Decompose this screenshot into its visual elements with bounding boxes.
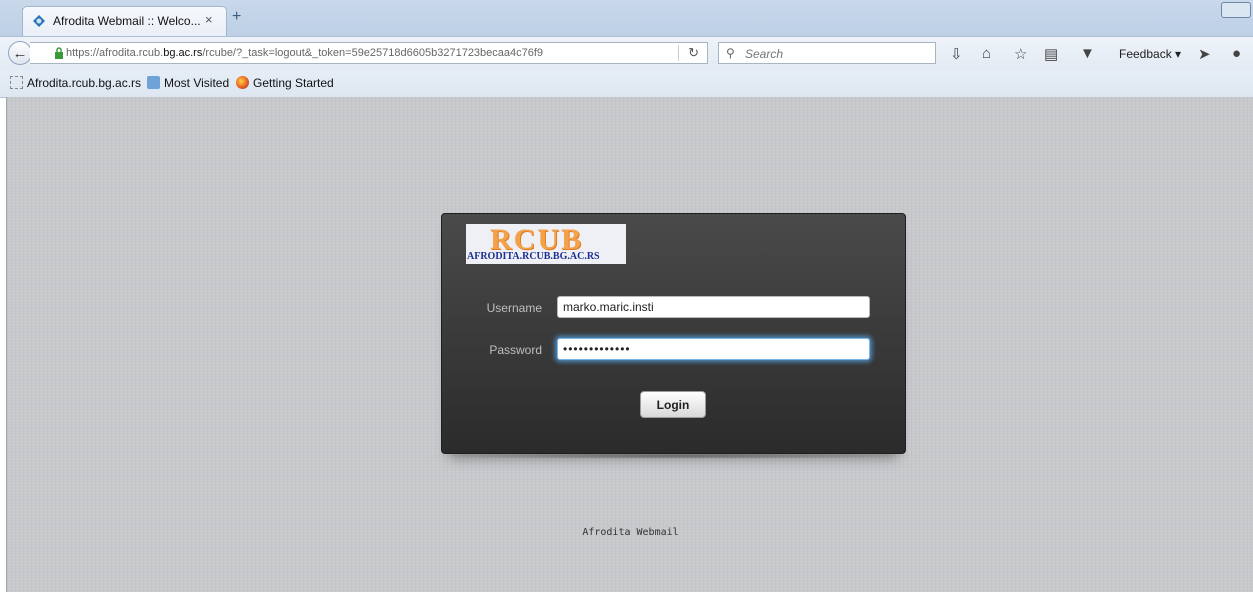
username-label: Username: [486, 301, 542, 315]
afrodita-favicon-icon: [33, 15, 45, 27]
url-prefix: https://afrodita.rcub.: [66, 47, 164, 59]
search-bar[interactable]: ⚲: [718, 42, 936, 64]
bookmark-label: Most Visited: [164, 76, 230, 90]
login-box: RCUB AFRODITA.RCUB.BG.AC.RS Username Pas…: [422, 213, 925, 459]
bookmark-afrodita[interactable]: Afrodita.rcub.bg.ac.rs: [10, 76, 141, 90]
bookmark-getting-started[interactable]: Getting Started: [236, 76, 334, 90]
bookmarks-bar: Afrodita.rcub.bg.ac.rs Most Visited Gett…: [0, 70, 1253, 98]
page-icon: [10, 76, 23, 89]
password-field[interactable]: [557, 338, 870, 360]
new-tab-button[interactable]: +: [232, 8, 241, 26]
url-text: https://afrodita.rcub.bg.ac.rs/rcube/?_t…: [66, 47, 543, 59]
url-domain: bg.ac.rs: [163, 47, 203, 59]
bookmark-star-icon[interactable]: ☆: [1014, 45, 1027, 63]
login-button[interactable]: Login: [640, 391, 706, 418]
bookmarks-menu-icon[interactable]: ▤: [1044, 45, 1058, 63]
tab-close-icon[interactable]: ×: [205, 12, 213, 27]
window-control[interactable]: [1221, 2, 1251, 18]
footer-text: Afrodita Webmail: [582, 527, 679, 538]
downloads-icon[interactable]: ⇩: [950, 45, 963, 63]
lock-icon: [55, 47, 63, 59]
back-button[interactable]: ←: [8, 41, 32, 65]
tab-title: Afrodita Webmail :: Welco...: [53, 14, 201, 28]
bookmark-label: Afrodita.rcub.bg.ac.rs: [27, 76, 142, 90]
back-arrow-icon: ←: [12, 44, 28, 62]
firefox-icon: [236, 76, 249, 89]
rcub-logo: RCUB AFRODITA.RCUB.BG.AC.RS: [466, 223, 626, 264]
navigation-bar: ← https://afrodita.rcub.bg.ac.rs/rcube/?…: [0, 36, 1253, 71]
bookmark-most-visited[interactable]: Most Visited: [147, 76, 229, 90]
chat-icon[interactable]: ●: [1232, 45, 1241, 62]
tab-strip-edge: [0, 8, 23, 34]
password-label: Password: [489, 343, 542, 357]
search-icon: ⚲: [726, 46, 735, 60]
url-bar[interactable]: https://afrodita.rcub.bg.ac.rs/rcube/?_t…: [30, 42, 708, 64]
reload-icon[interactable]: ↻: [688, 45, 699, 61]
home-icon[interactable]: ⌂: [982, 45, 991, 62]
send-icon[interactable]: ➤: [1198, 45, 1211, 63]
url-separator: [678, 45, 679, 61]
feedback-label: Feedback: [1119, 47, 1172, 61]
url-path: /rcube/?_task=logout&_token=59e25718d660…: [202, 47, 544, 59]
feedback-button[interactable]: Feedback ▾: [1119, 47, 1181, 61]
bookmark-label: Getting Started: [253, 76, 334, 90]
search-input[interactable]: [743, 46, 932, 62]
pocket-icon[interactable]: ▼: [1080, 45, 1095, 62]
most-visited-icon: [147, 76, 160, 89]
logo-subtext: AFRODITA.RCUB.BG.AC.RS: [467, 251, 600, 262]
username-field[interactable]: [557, 296, 870, 318]
page-content: RCUB AFRODITA.RCUB.BG.AC.RS Username Pas…: [6, 97, 1253, 592]
tab-strip: Afrodita Webmail :: Welco... × +: [0, 0, 1253, 36]
tab-active[interactable]: Afrodita Webmail :: Welco... ×: [22, 6, 227, 36]
